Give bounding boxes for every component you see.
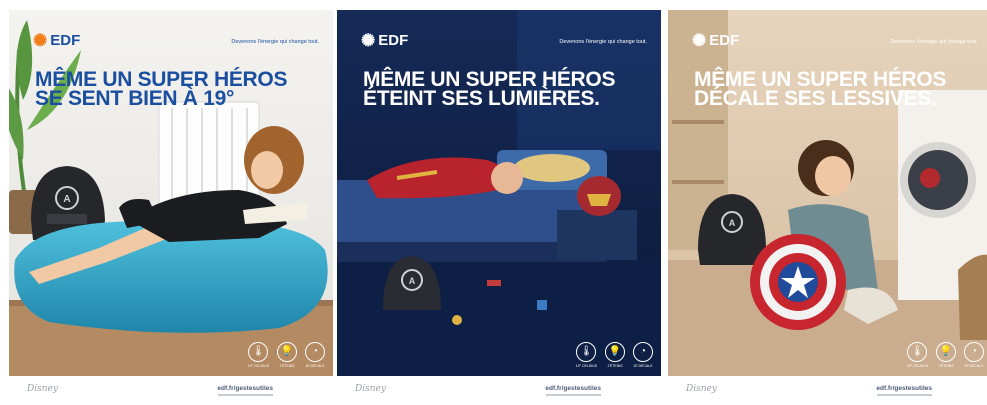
poster-scene-laundry: A [668,10,987,376]
lightbulb-icon: 💡 [936,342,956,362]
headline: MÊME UN SUPER HÉROS DÉCALE SES LESSIVES. [694,69,984,110]
laundry-basket [958,254,987,340]
edf-logo: ✺ EDF [33,32,80,49]
eco-gestures-icons: 🌡 19° CELSIUS 💡 J'ÉTEINS ◔ JE DÉCALE [576,342,653,368]
thermometer-icon: 🌡 [907,342,928,362]
poster-scene-bedroom-night: A [337,10,661,376]
tagline: Devenons l'énergie qui change tout. [231,39,319,45]
eco-gestures-icons: 🌡 19° CELSIUS 💡 J'ÉTEINS ◔ JE DÉCALE [907,342,984,368]
edf-logo: ✺ EDF [361,32,408,49]
timer-gesture: ◔ JE DÉCALE [305,342,325,368]
icon-label: 19° CELSIUS [247,364,269,368]
svg-text:A: A [729,218,736,228]
icon-label: J'ÉTEINS [607,364,623,368]
thermometer-gesture: 🌡 19° CELSIUS [907,342,928,368]
poster-footer: Disney edf.fr/gestesutiles [337,382,661,402]
lightbulb-icon: 💡 [605,342,625,362]
edf-logo-text: EDF [378,32,409,49]
url-underline [218,394,273,396]
thermometer-icon: 🌡 [248,342,269,362]
timer-gesture: ◔ JE DÉCALE [633,342,653,368]
headline: MÊME UN SUPER HÉROS SE SENT BIEN À 19° [35,69,325,110]
poster-temperature: A ✺ EDF Devenons l'énergie qui change to… [9,10,333,376]
edf-flower-icon: ✺ [692,31,707,50]
lightbulb-gesture: 💡 J'ÉTEINS [605,342,625,368]
thermometer-gesture: 🌡 19° CELSIUS [576,342,597,368]
captain-shield [750,234,846,330]
edf-logo: ✺ EDF [692,32,739,49]
poster-footer: Disney edf.fr/gestesutiles [668,382,987,402]
icon-label: 19° CELSIUS [906,364,928,368]
edf-logo-text: EDF [709,32,740,49]
icon-label: JE DÉCALE [964,364,984,368]
tagline: Devenons l'énergie qui change tout. [890,39,978,45]
lightbulb-gesture: 💡 J'ÉTEINS [277,342,297,368]
timer-icon: ◔ [633,342,653,362]
headline-line-2: DÉCALE SES LESSIVES. [694,87,937,110]
icon-label: JE DÉCALE [633,364,653,368]
timer-icon: ◔ [964,342,984,362]
icon-label: 19° CELSIUS [575,364,597,368]
edf-flower-icon: ✺ [33,31,48,50]
svg-text:A: A [409,276,416,286]
svg-text:A: A [63,194,70,205]
website-url[interactable]: edf.fr/gestesutiles [876,385,932,392]
thermometer-icon: 🌡 [576,342,597,362]
poster-laundry: A ✺ EDF Devenons l'énergie qui change to… [668,10,987,376]
headline-line-2: SE SENT BIEN À 19° [35,87,235,110]
lightbulb-icon: 💡 [277,342,297,362]
headline-line-2: ÉTEINT SES LUMIÈRES. [363,87,600,110]
headline: MÊME UN SUPER HÉROS ÉTEINT SES LUMIÈRES. [363,69,653,110]
edf-logo-text: EDF [50,32,81,49]
website-url[interactable]: edf.fr/gestesutiles [217,385,273,392]
website-url[interactable]: edf.fr/gestesutiles [545,385,601,392]
tagline: Devenons l'énergie qui change tout. [559,39,647,45]
poster-footer: Disney edf.fr/gestesutiles [9,382,333,402]
eco-gestures-icons: 🌡 19° CELSIUS 💡 J'ÉTEINS ◔ JE DÉCALE [248,342,325,368]
poster-lights: A ✺ EDF Devenons l'énergie qui change to… [337,10,661,376]
disney-logo: Disney [355,384,386,394]
disney-logo: Disney [27,384,58,394]
timer-gesture: ◔ JE DÉCALE [964,342,984,368]
timer-icon: ◔ [305,342,325,362]
icon-label: JE DÉCALE [305,364,325,368]
disney-logo: Disney [686,384,717,394]
edf-flower-icon: ✺ [361,31,376,50]
lightbulb-gesture: 💡 J'ÉTEINS [936,342,956,368]
url-underline [877,394,932,396]
icon-label: J'ÉTEINS [279,364,295,368]
poster-scene-heating: A [9,10,333,376]
icon-label: J'ÉTEINS [938,364,954,368]
url-underline [546,394,601,396]
thermometer-gesture: 🌡 19° CELSIUS [248,342,269,368]
